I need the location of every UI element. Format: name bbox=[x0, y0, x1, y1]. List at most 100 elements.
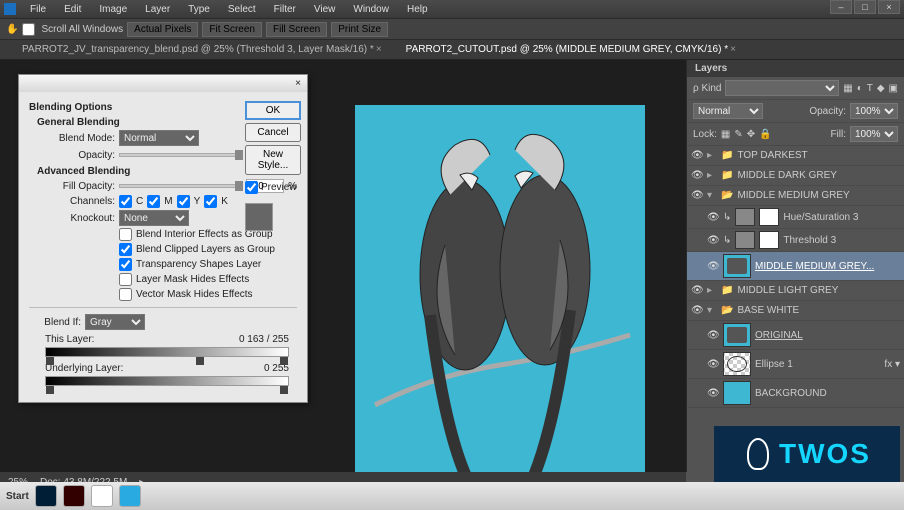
channel-c-checkbox[interactable] bbox=[119, 195, 132, 208]
menu-view[interactable]: View bbox=[310, 2, 340, 17]
knockout-select[interactable]: None bbox=[119, 210, 189, 226]
lock-position-icon[interactable]: ✥ bbox=[747, 129, 755, 140]
layer-smartobject[interactable]: 👁ORIGINAL bbox=[687, 321, 904, 350]
layer-group[interactable]: 👁▸📁MIDDLE LIGHT GREY bbox=[687, 281, 904, 301]
layer-group[interactable]: 👁▾📂MIDDLE MEDIUM GREY bbox=[687, 186, 904, 206]
visibility-icon[interactable]: 👁 bbox=[707, 388, 719, 399]
menu-image[interactable]: Image bbox=[95, 2, 131, 17]
opt-1-checkbox[interactable] bbox=[119, 243, 132, 256]
minimize-button[interactable]: – bbox=[830, 0, 852, 14]
blend-mode-select[interactable]: Normal bbox=[119, 130, 199, 146]
visibility-icon[interactable]: 👁 bbox=[707, 235, 719, 246]
visibility-icon[interactable]: 👁 bbox=[691, 150, 703, 161]
chevron-right-icon[interactable]: ▸ bbox=[707, 170, 717, 181]
fill-opacity-slider[interactable] bbox=[119, 184, 242, 188]
opacity-slider[interactable] bbox=[119, 153, 242, 157]
taskbar-app-3[interactable] bbox=[91, 485, 113, 507]
close-icon[interactable]: × bbox=[730, 44, 736, 55]
kind-filter[interactable] bbox=[725, 80, 839, 96]
close-icon[interactable]: × bbox=[376, 44, 382, 55]
channel-y-checkbox[interactable] bbox=[177, 195, 190, 208]
chevron-right-icon[interactable]: ▸ bbox=[707, 150, 717, 161]
knockout-label: Knockout: bbox=[49, 213, 115, 224]
filter-pixel-icon[interactable]: ▦ bbox=[843, 83, 852, 94]
taskbar-app-2[interactable] bbox=[63, 485, 85, 507]
filter-adjust-icon[interactable]: ◐ bbox=[857, 83, 863, 94]
fx-badge[interactable]: fx ▾ bbox=[884, 359, 900, 370]
lock-transparent-icon[interactable]: ▦ bbox=[721, 129, 730, 140]
visibility-icon[interactable]: 👁 bbox=[691, 190, 703, 201]
layer-name: MIDDLE MEDIUM GREY... bbox=[755, 261, 874, 272]
chevron-down-icon[interactable]: ▾ bbox=[707, 305, 717, 316]
opt-0-checkbox[interactable] bbox=[119, 228, 132, 241]
layer-solid[interactable]: 👁BACKGROUND bbox=[687, 379, 904, 408]
hand-tool-icon[interactable]: ✋ bbox=[6, 24, 18, 35]
scroll-all-windows-checkbox[interactable] bbox=[22, 23, 35, 36]
filter-smart-icon[interactable]: ▣ bbox=[889, 83, 898, 94]
underlying-slider[interactable] bbox=[45, 376, 289, 386]
layers-list[interactable]: 👁▸📁TOP DARKEST 👁▸📁MIDDLE DARK GREY 👁▾📂MI… bbox=[687, 146, 904, 468]
document-canvas[interactable] bbox=[355, 105, 645, 500]
ok-button[interactable]: OK bbox=[245, 101, 301, 120]
menu-type[interactable]: Type bbox=[184, 2, 214, 17]
cancel-button[interactable]: Cancel bbox=[245, 123, 301, 142]
visibility-icon[interactable]: 👁 bbox=[707, 330, 719, 341]
visibility-icon[interactable]: 👁 bbox=[707, 212, 719, 223]
chevron-down-icon[interactable]: ▾ bbox=[707, 190, 717, 201]
layer-thumb bbox=[723, 323, 751, 347]
visibility-icon[interactable]: 👁 bbox=[707, 261, 719, 272]
maximize-button[interactable]: □ bbox=[854, 0, 876, 14]
dialog-close-icon[interactable]: × bbox=[295, 78, 301, 89]
visibility-icon[interactable]: 👁 bbox=[691, 170, 703, 181]
visibility-icon[interactable]: 👁 bbox=[691, 305, 703, 316]
opt-2-checkbox[interactable] bbox=[119, 258, 132, 271]
taskbar-app-1[interactable] bbox=[35, 485, 57, 507]
blendif-select[interactable]: Gray bbox=[85, 314, 145, 330]
layer-group[interactable]: 👁▸📁TOP DARKEST bbox=[687, 146, 904, 166]
lock-all-icon[interactable]: 🔒 bbox=[759, 129, 771, 140]
layers-panel-title[interactable]: Layers bbox=[687, 60, 904, 77]
folder-icon: 📂 bbox=[721, 305, 733, 316]
doc-tab-1[interactable]: PARROT2_JV_transparency_blend.psd @ 25% … bbox=[16, 41, 388, 58]
layer-opacity-select[interactable]: 100% bbox=[850, 103, 898, 119]
layer-shape[interactable]: 👁Ellipse 1fx ▾ bbox=[687, 350, 904, 379]
layer-adjustment[interactable]: 👁↳Hue/Saturation 3 bbox=[687, 206, 904, 229]
menu-window[interactable]: Window bbox=[349, 2, 393, 17]
channel-m-label: M bbox=[164, 196, 172, 207]
visibility-icon[interactable]: 👁 bbox=[691, 285, 703, 296]
channel-m-checkbox[interactable] bbox=[147, 195, 160, 208]
lock-pixels-icon[interactable]: ✎ bbox=[734, 129, 742, 140]
menu-layer[interactable]: Layer bbox=[141, 2, 174, 17]
preview-checkbox[interactable] bbox=[245, 181, 258, 194]
this-layer-slider[interactable] bbox=[45, 347, 289, 357]
visibility-icon[interactable]: 👁 bbox=[707, 359, 719, 370]
menu-select[interactable]: Select bbox=[224, 2, 260, 17]
layer-group[interactable]: 👁▾📂BASE WHITE bbox=[687, 301, 904, 321]
menu-file[interactable]: File bbox=[26, 2, 50, 17]
channels-label: Channels: bbox=[49, 196, 115, 207]
channel-k-checkbox[interactable] bbox=[204, 195, 217, 208]
filter-type-icon[interactable]: T bbox=[867, 83, 873, 94]
menu-filter[interactable]: Filter bbox=[270, 2, 300, 17]
layer-group[interactable]: 👁▸📁MIDDLE DARK GREY bbox=[687, 166, 904, 186]
layer-fill-select[interactable]: 100% bbox=[850, 126, 898, 142]
opt-4-checkbox[interactable] bbox=[119, 288, 132, 301]
start-button[interactable]: Start bbox=[6, 491, 29, 502]
adj-thumb bbox=[735, 231, 755, 249]
filter-shape-icon[interactable]: ◆ bbox=[877, 83, 885, 94]
close-button[interactable]: × bbox=[878, 0, 900, 14]
chevron-right-icon[interactable]: ▸ bbox=[707, 285, 717, 296]
doc-tab-2[interactable]: PARROT2_CUTOUT.psd @ 25% (MIDDLE MEDIUM … bbox=[400, 41, 742, 58]
layer-blend-mode[interactable]: Normal bbox=[693, 103, 763, 119]
layer-smartobject[interactable]: 👁 MIDDLE MEDIUM GREY... bbox=[687, 252, 904, 281]
print-size-button[interactable]: Print Size bbox=[331, 22, 388, 37]
actual-pixels-button[interactable]: Actual Pixels bbox=[127, 22, 198, 37]
layer-adjustment[interactable]: 👁↳Threshold 3 bbox=[687, 229, 904, 252]
fit-screen-button[interactable]: Fit Screen bbox=[202, 22, 262, 37]
taskbar-app-4[interactable] bbox=[119, 485, 141, 507]
fill-screen-button[interactable]: Fill Screen bbox=[266, 22, 327, 37]
new-style-button[interactable]: New Style... bbox=[245, 145, 301, 175]
menu-edit[interactable]: Edit bbox=[60, 2, 85, 17]
menu-help[interactable]: Help bbox=[403, 2, 432, 17]
opt-3-checkbox[interactable] bbox=[119, 273, 132, 286]
